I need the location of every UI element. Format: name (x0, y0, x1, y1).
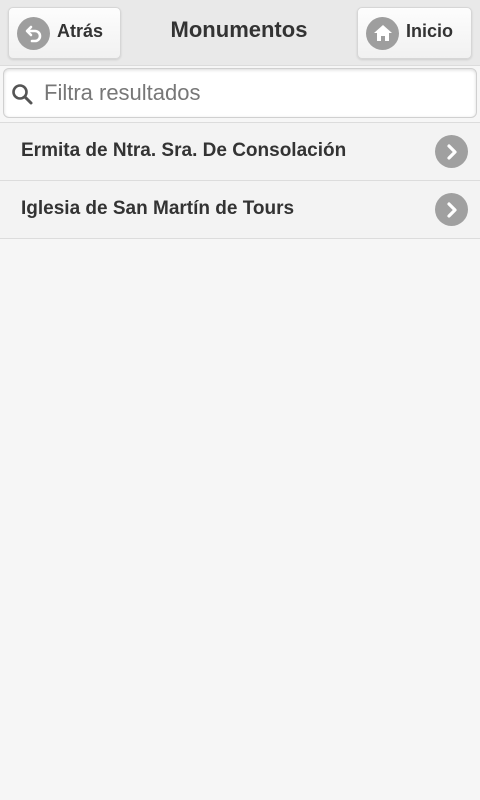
search-bar (0, 66, 480, 122)
list-item-label: Iglesia de San Martín de Tours (21, 198, 295, 219)
search-input[interactable] (44, 69, 464, 117)
back-button-label: Atrás (57, 20, 104, 41)
back-arrow-icon (17, 16, 50, 50)
page-title: Monumentos (170, 17, 308, 42)
app-header: Atrás Monumentos Inicio (0, 0, 480, 66)
home-button[interactable]: Inicio (357, 7, 472, 59)
monument-list: Ermita de Ntra. Sra. De Consolación Igle… (0, 122, 480, 239)
chevron-right-icon (435, 135, 468, 168)
back-button[interactable]: Atrás (8, 7, 121, 59)
search-field[interactable] (3, 68, 477, 118)
home-button-label: Inicio (406, 20, 454, 41)
list-item-label: Ermita de Ntra. Sra. De Consolación (21, 140, 347, 161)
home-icon (366, 16, 399, 50)
search-icon (12, 84, 33, 105)
chevron-right-icon (435, 193, 468, 226)
list-item[interactable]: Ermita de Ntra. Sra. De Consolación (0, 123, 480, 181)
list-item[interactable]: Iglesia de San Martín de Tours (0, 181, 480, 239)
